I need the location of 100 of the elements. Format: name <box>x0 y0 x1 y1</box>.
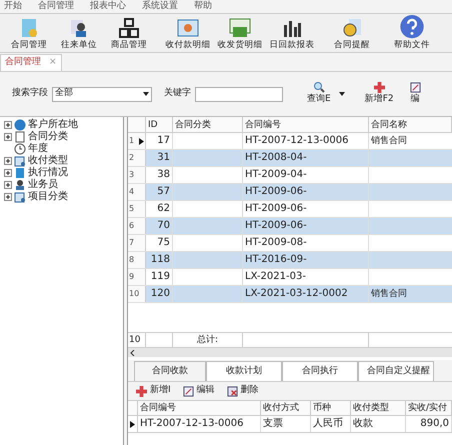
help-icon <box>399 14 425 40</box>
row-number-cell: 7 <box>128 235 146 251</box>
table-cell: 118 <box>146 252 173 268</box>
table-cell: HT-2007-12-13-0006 <box>243 133 369 149</box>
delete-icon <box>226 386 238 396</box>
toolbar-button[interactable]: 日回款报表 <box>266 14 318 52</box>
card-icon <box>14 155 26 167</box>
action-button[interactable]: 编辑 <box>182 384 215 398</box>
edit-button[interactable]: 编 <box>410 82 421 106</box>
column-header[interactable]: 合同编号 <box>138 401 261 415</box>
row-number-cell: 6 <box>128 218 146 234</box>
edit-icon <box>182 386 194 396</box>
tree-item[interactable]: 收付类型 <box>28 155 68 167</box>
table-row[interactable]: 6 70 HT-2009-06- <box>128 218 452 235</box>
expand-icon[interactable] <box>4 121 12 129</box>
action-button[interactable]: 新增I <box>136 384 171 398</box>
table-row[interactable]: 7 75 HT-2009-08- <box>128 235 452 252</box>
expand-icon[interactable] <box>4 181 12 189</box>
column-header[interactable]: ID <box>146 117 173 132</box>
detail-tab[interactable]: 合同自定义提醒 <box>358 361 434 381</box>
row-count-cell: 10 <box>128 333 146 347</box>
column-header[interactable]: 合同分类 <box>173 117 243 132</box>
plus-icon <box>374 82 385 93</box>
tree-item[interactable]: 项目分类 <box>28 191 68 203</box>
table-cell: 57 <box>146 184 173 200</box>
menu-item[interactable]: 开始 <box>4 0 22 14</box>
table-cell: HT-2009-08- <box>243 235 369 251</box>
toolbar-button[interactable]: 帮助文件 <box>386 14 438 52</box>
row-number-cell: 9 <box>128 269 146 285</box>
row-number-cell: 1 <box>128 133 146 149</box>
table-cell: LX-2021-03-12-0002 <box>243 286 369 302</box>
detail-tab[interactable]: 合同执行 <box>282 361 358 381</box>
document-tab[interactable]: 合同管理 × <box>0 54 62 71</box>
horizontal-scrollbar[interactable] <box>128 348 452 357</box>
table-row[interactable]: 10 120 LX-2021-03-12-0002 销售合同 <box>128 286 452 303</box>
detail-tab[interactable]: 合同收款 <box>134 361 206 381</box>
table-row[interactable]: 8 118 HT-2016-09- <box>128 252 452 269</box>
row-number-cell: 8 <box>128 252 146 268</box>
dropdown-caret-icon[interactable] <box>143 92 149 96</box>
menu-item[interactable]: 合同管理 <box>38 0 74 14</box>
table-cell: 收款 <box>351 416 406 432</box>
table-cell: 31 <box>146 150 173 166</box>
row-number-cell: 10 <box>128 286 146 302</box>
table-cell: HT-2009-06- <box>243 184 369 200</box>
toolbar-button[interactable]: 合同提醒 <box>326 14 378 52</box>
expand-icon[interactable] <box>4 157 12 165</box>
expand-icon[interactable] <box>4 169 12 177</box>
globe-icon <box>14 119 26 131</box>
plus-icon <box>136 386 147 396</box>
clock-icon <box>14 143 26 155</box>
boxes-icon <box>118 17 140 40</box>
tree-item[interactable]: 合同分类 <box>28 131 68 143</box>
table-cell: HT-2016-09- <box>243 252 369 268</box>
column-header[interactable]: 实收/实付 <box>406 401 452 415</box>
table-cell: HT-2008-04- <box>243 150 369 166</box>
table-row[interactable]: 4 57 HT-2009-06- <box>128 184 452 201</box>
row-number-cell: 4 <box>128 184 146 200</box>
expand-icon[interactable] <box>4 193 12 201</box>
tree-item[interactable]: 客户所在地 <box>28 119 78 131</box>
table-cell: 销售合同 <box>369 286 452 302</box>
action-button[interactable]: 删除 <box>226 384 259 398</box>
row-number-cell: 3 <box>128 167 146 183</box>
row-number-cell: 5 <box>128 201 146 217</box>
tree-item[interactable]: 业务员 <box>28 179 58 191</box>
search-field-select[interactable]: 全部 <box>52 86 152 102</box>
menu-item[interactable]: 报表中心 <box>90 0 126 14</box>
total-label: 总计: <box>173 333 243 347</box>
expand-icon[interactable] <box>4 133 12 141</box>
table-row[interactable]: 3 38 HT-2009-04- <box>128 167 452 184</box>
menu-item[interactable]: 帮助 <box>194 0 212 14</box>
toolbar-button[interactable]: 合同管理 <box>4 14 54 52</box>
field-label: 搜索字段 <box>12 87 48 100</box>
tree-item[interactable]: 年度 <box>28 143 48 155</box>
column-header[interactable]: 合同编号 <box>243 117 369 132</box>
person-icon <box>14 179 26 191</box>
detail-tab[interactable]: 收款计划 <box>206 361 282 381</box>
toolbar-button[interactable]: 往来单位 <box>54 14 104 52</box>
toolbar-button[interactable]: 收付款明细 <box>162 14 214 52</box>
table-row[interactable]: 2 31 HT-2008-04- <box>128 150 452 167</box>
query-button[interactable]: 查询E <box>307 81 331 107</box>
menu-item[interactable]: 系统设置 <box>142 0 178 14</box>
table-row[interactable]: 5 62 HT-2009-06- <box>128 201 452 218</box>
edit-icon <box>410 82 421 93</box>
tree-item[interactable]: 执行情况 <box>28 167 68 179</box>
table-row[interactable]: 1 17 HT-2007-12-13-0006 销售合同 <box>128 133 452 150</box>
book-icon <box>14 167 26 179</box>
toolbar-button[interactable]: 商品管理 <box>104 14 154 52</box>
dropdown-caret-icon[interactable] <box>338 92 345 96</box>
column-header[interactable]: 收付类型 <box>351 401 406 415</box>
keyword-label: 关键字 <box>164 87 191 100</box>
column-header[interactable]: 合同名称 <box>369 117 452 132</box>
add-button[interactable]: 新增F2 <box>364 82 394 106</box>
toolbar-button[interactable]: 收发货明细 <box>214 14 266 52</box>
spreadsheet-icon <box>177 17 199 40</box>
column-header[interactable]: 币种 <box>311 401 351 415</box>
scroll-left-icon[interactable] <box>130 350 135 356</box>
keyword-input[interactable] <box>195 86 283 102</box>
table-cell: 人民币 <box>311 416 351 432</box>
table-row[interactable]: 9 119 LX-2021-03- <box>128 269 452 286</box>
column-header[interactable]: 收付方式 <box>261 401 311 415</box>
